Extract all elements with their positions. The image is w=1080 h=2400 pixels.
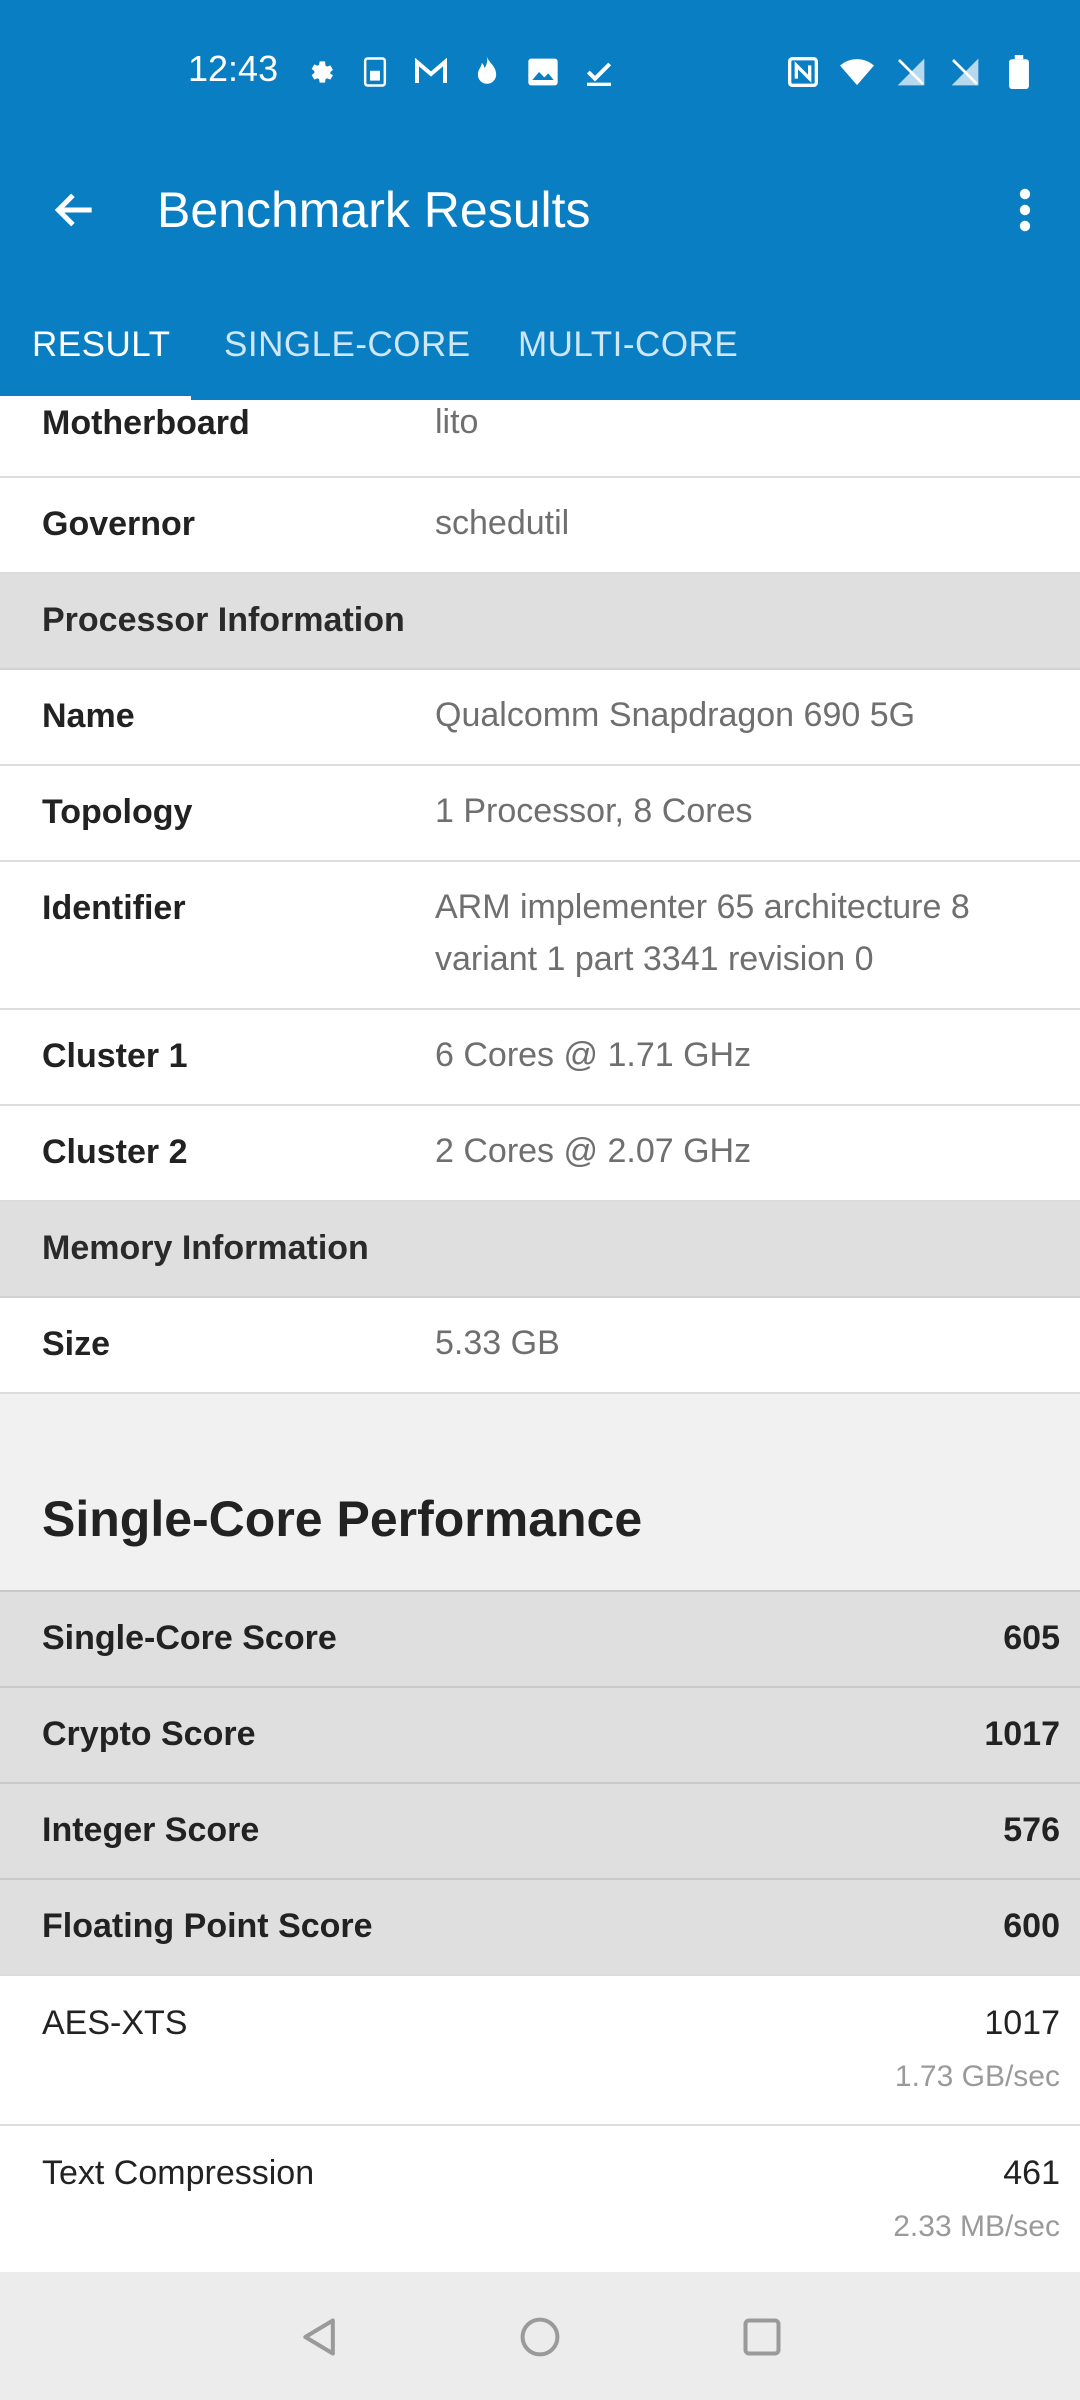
image-icon: [526, 55, 560, 89]
back-button[interactable]: [40, 175, 110, 245]
section-header-processor: Processor Information: [0, 574, 1080, 670]
info-row-topology: Topology 1 Processor, 8 Cores: [0, 766, 1080, 862]
info-row-cluster-1: Cluster 1 6 Cores @ 1.71 GHz: [0, 1010, 1080, 1106]
info-value: schedutil: [435, 504, 570, 542]
more-vert-icon: [1019, 188, 1031, 232]
benchmark-rate: 1.73 GB/sec: [894, 2060, 1060, 2093]
score-label: Single-Core Score: [42, 1619, 337, 1657]
info-key: Name: [42, 697, 135, 735]
score-row-floating-point: Floating Point Score 600: [0, 1878, 1080, 1974]
tab-single-core[interactable]: SINGLE-CORE: [224, 290, 471, 400]
recents-square-icon: [743, 2318, 781, 2356]
info-key: Cluster 2: [42, 1133, 188, 1171]
benchmark-label: AES-XTS: [42, 2004, 188, 2042]
section-header-label: Processor Information: [42, 601, 405, 639]
benchmark-rate: 2.33 MB/sec: [893, 2210, 1060, 2243]
score-value: 605: [1003, 1619, 1060, 1657]
single-core-heading-block: Single-Core Performance: [0, 1394, 1080, 1590]
info-value: 2 Cores @ 2.07 GHz: [435, 1132, 752, 1170]
benchmark-label: Text Compression: [42, 2154, 315, 2192]
fire-icon: [470, 55, 504, 89]
gmail-icon: [414, 55, 448, 89]
score-row-integer: Integer Score 576: [0, 1782, 1080, 1878]
back-triangle-icon: [303, 2318, 335, 2356]
info-row-name: Name Qualcomm Snapdragon 690 5G: [0, 670, 1080, 766]
info-value: 5.33 GB: [435, 1324, 560, 1362]
system-icons: [786, 52, 1036, 92]
score-value: 576: [1003, 1811, 1060, 1849]
info-value: 6 Cores @ 1.71 GHz: [435, 1036, 752, 1074]
results-scroll-view[interactable]: Motherboard lito Governor schedutil Proc…: [0, 400, 1080, 2272]
info-row-identifier: Identifier ARM implementer 65 architectu…: [0, 862, 1080, 1010]
info-row-cluster-2: Cluster 2 2 Cores @ 2.07 GHz: [0, 1106, 1080, 1202]
info-key: Identifier: [42, 889, 186, 927]
signal-off-icon: [948, 55, 982, 89]
tab-result[interactable]: RESULT: [32, 290, 171, 400]
app-bar: Benchmark Results: [0, 140, 1080, 290]
info-row-governor: Governor schedutil: [0, 478, 1080, 574]
nav-back-button[interactable]: [285, 2302, 355, 2372]
notification-icons: [302, 52, 616, 92]
signal-off-icon: [894, 55, 928, 89]
status-bar: 12:43: [0, 0, 1080, 140]
info-key: Size: [42, 1325, 111, 1363]
score-label: Crypto Score: [42, 1715, 256, 1753]
info-value: 1 Processor, 8 Cores: [435, 792, 753, 830]
score-row-crypto: Crypto Score 1017: [0, 1686, 1080, 1782]
overflow-menu-button[interactable]: [990, 175, 1060, 245]
single-core-title: Single-Core Performance: [42, 1491, 643, 1547]
nfc-icon: [786, 55, 820, 89]
score-label: Floating Point Score: [42, 1907, 373, 1945]
tab-multi-core[interactable]: MULTI-CORE: [518, 290, 738, 400]
info-value: Qualcomm Snapdragon 690 5G: [435, 696, 916, 734]
arrow-left-icon: [54, 193, 92, 227]
score-value: 1017: [984, 1715, 1060, 1753]
sim-icon: [358, 55, 392, 89]
check-icon: [582, 55, 616, 89]
tab-bar: RESULT SINGLE-CORE MULTI-CORE: [0, 290, 1080, 400]
section-header-memory: Memory Information: [0, 1202, 1080, 1298]
info-row-size: Size 5.33 GB: [0, 1298, 1080, 1394]
nav-recents-button[interactable]: [727, 2302, 797, 2372]
score-value: 600: [1003, 1907, 1060, 1945]
page-title: Benchmark Results: [157, 182, 591, 238]
nav-home-button[interactable]: [505, 2302, 575, 2372]
info-key: Motherboard: [42, 404, 250, 442]
benchmark-row-aes-xts[interactable]: AES-XTS 1017 1.73 GB/sec: [0, 1974, 1080, 2124]
battery-icon: [1002, 55, 1036, 89]
info-value: lito: [435, 403, 479, 441]
settings-icon: [302, 55, 336, 89]
info-key: Governor: [42, 505, 196, 543]
score-row-single-core: Single-Core Score 605: [0, 1590, 1080, 1686]
benchmark-score: 1017: [984, 2004, 1060, 2042]
section-header-label: Memory Information: [42, 1229, 369, 1267]
benchmark-score: 461: [1003, 2154, 1060, 2192]
info-key: Topology: [42, 793, 193, 831]
score-label: Integer Score: [42, 1811, 260, 1849]
info-value: ARM implementer 65 architecture 8 varian…: [435, 888, 970, 978]
info-row-motherboard: Motherboard lito: [0, 400, 1080, 478]
system-nav-bar: [0, 2272, 1080, 2400]
status-time: 12:43: [188, 48, 279, 89]
wifi-icon: [840, 55, 874, 89]
info-key: Cluster 1: [42, 1037, 188, 1075]
benchmark-row-text-compression[interactable]: Text Compression 461 2.33 MB/sec: [0, 2124, 1080, 2272]
home-circle-icon: [520, 2317, 560, 2357]
